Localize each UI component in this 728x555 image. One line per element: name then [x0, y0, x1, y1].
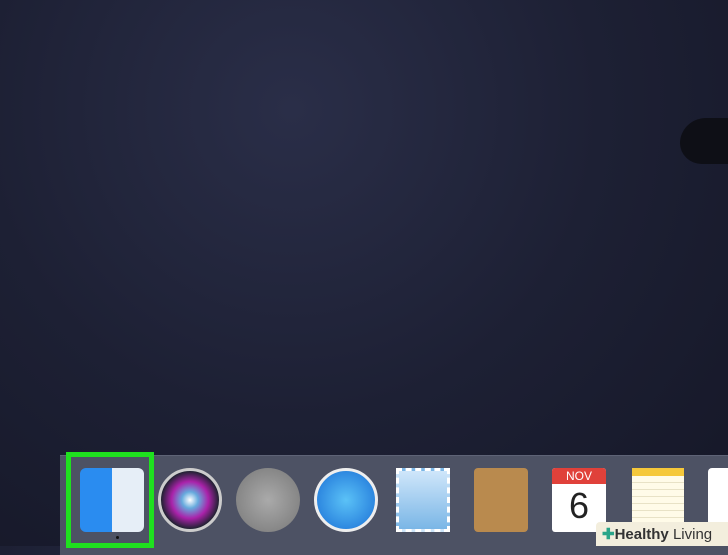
watermark: ✚Healthy Living [596, 522, 728, 546]
plus-icon: ✚ [602, 526, 615, 543]
calendar-month: NOV [552, 468, 606, 484]
watermark-light: Living [672, 526, 713, 543]
launchpad-icon[interactable] [236, 468, 300, 532]
siri-icon[interactable] [158, 468, 222, 532]
mail-icon[interactable] [396, 468, 450, 532]
watermark-bold: Healthy [614, 526, 669, 543]
safari-icon[interactable] [314, 468, 378, 532]
finder-highlight [66, 452, 154, 548]
running-indicator [116, 536, 119, 539]
desktop-wallpaper-rock [680, 118, 728, 164]
contacts-icon[interactable] [474, 468, 528, 532]
